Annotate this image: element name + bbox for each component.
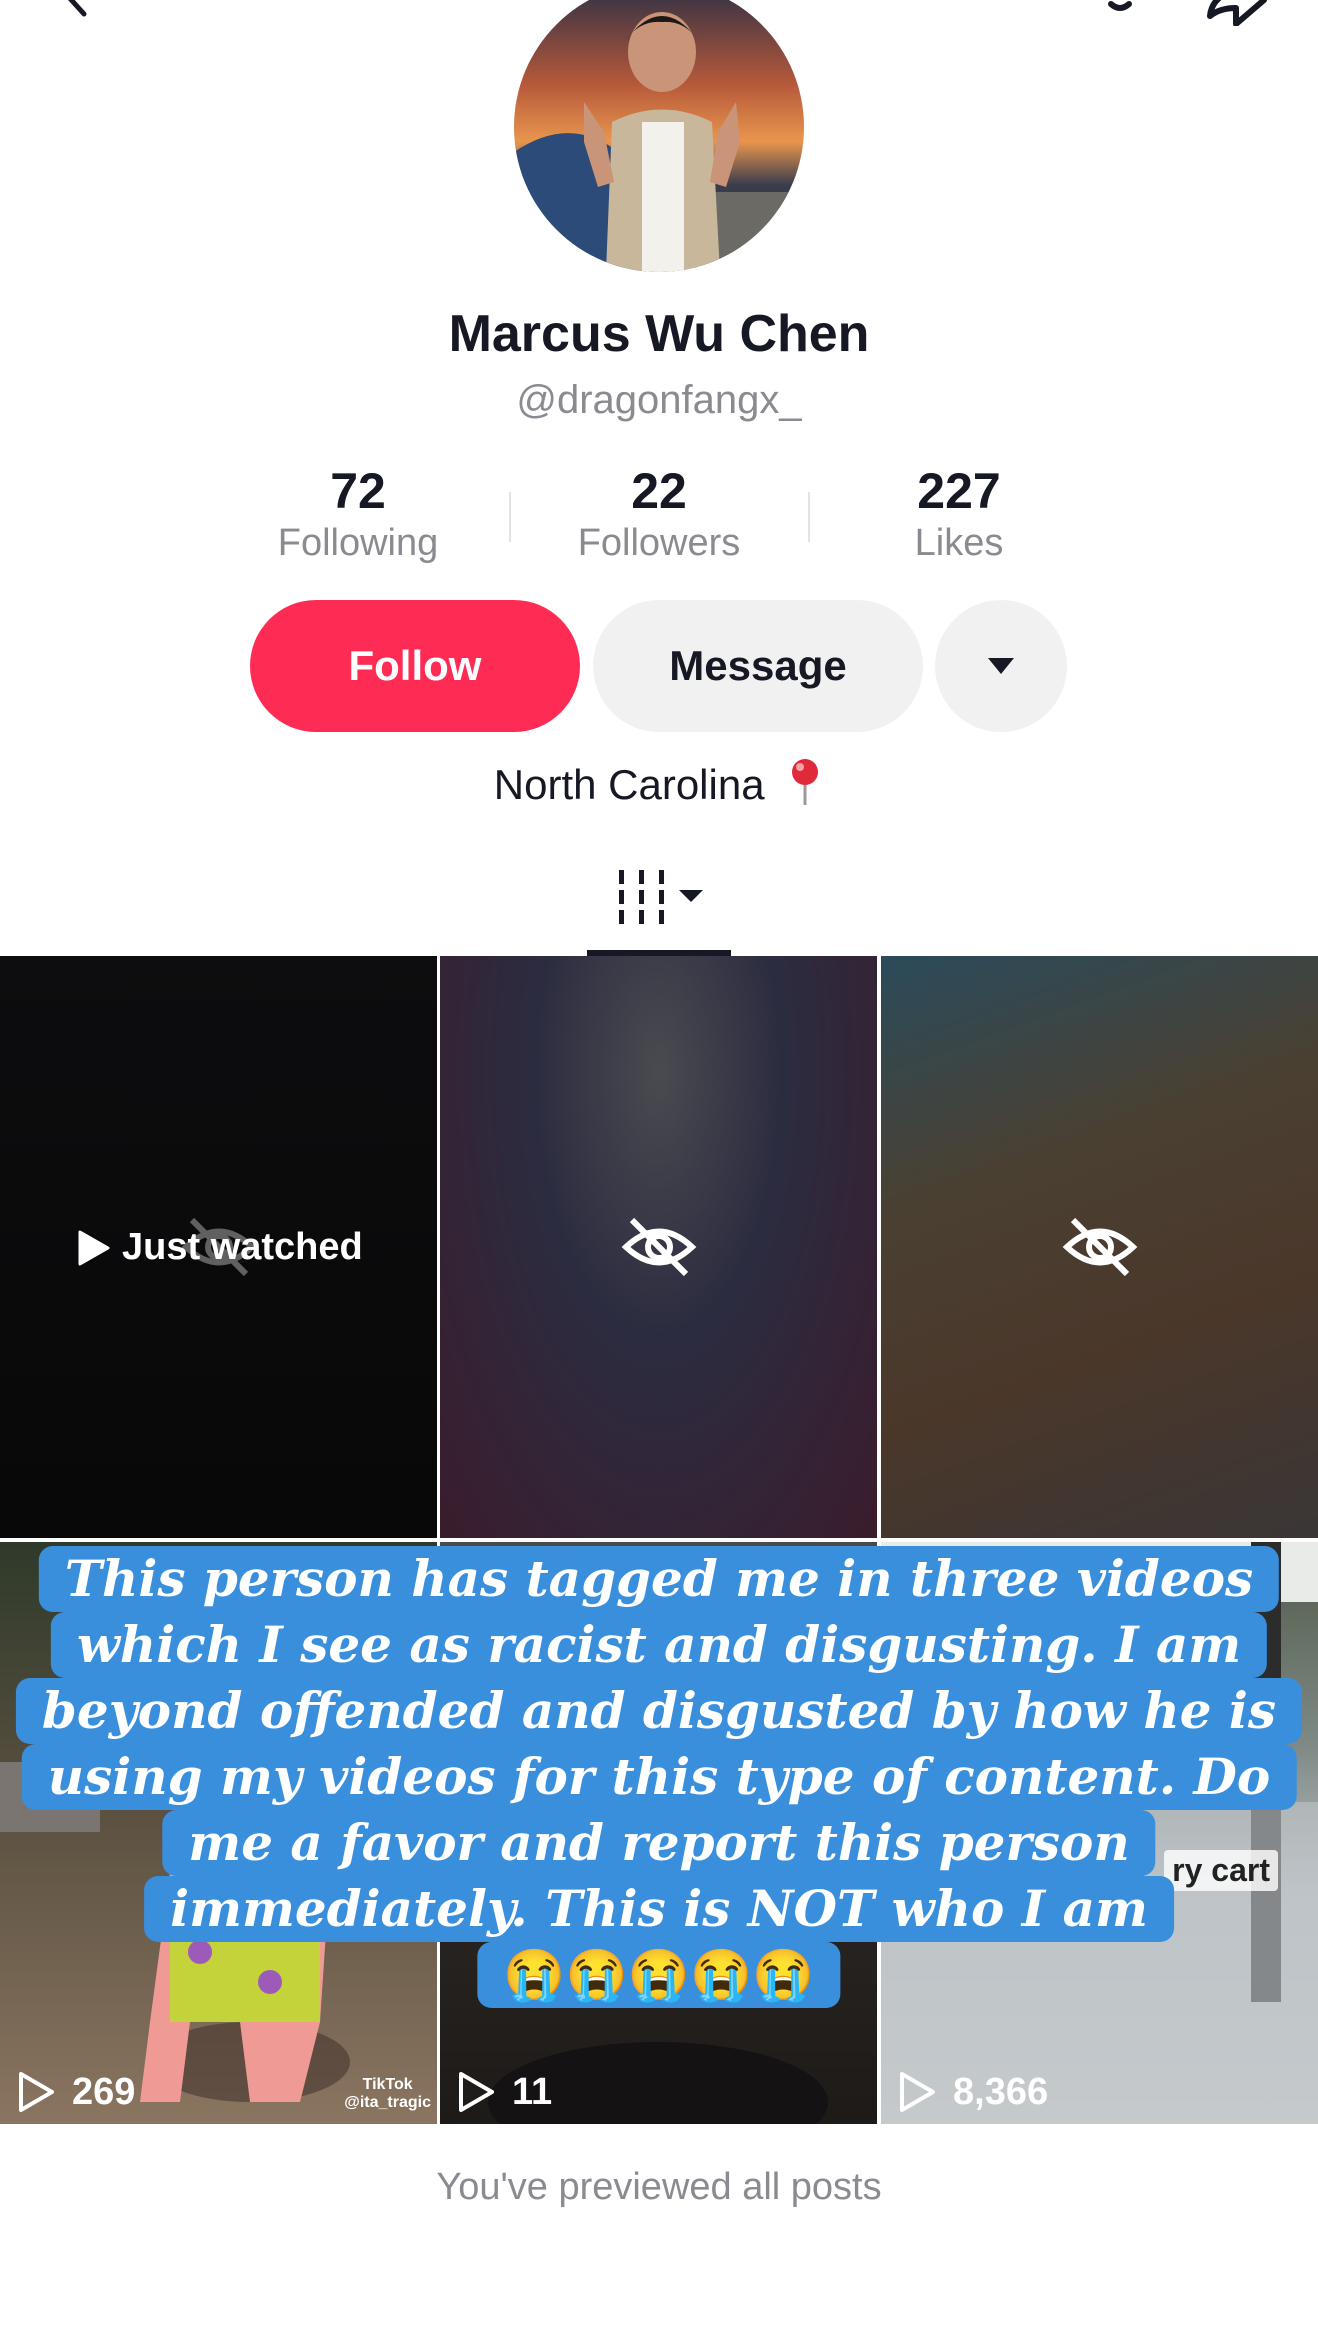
play-icon (78, 1230, 110, 1265)
caption-line: which I see as racist and disgusting. I … (50, 1612, 1268, 1678)
post-tile[interactable]: Just watched (0, 956, 437, 1538)
caption-line: This person has tagged me in three video… (38, 1546, 1280, 1612)
caption-overlay: This person has tagged me in three video… (0, 1546, 1318, 2056)
tab-videos[interactable] (587, 860, 731, 956)
bio-text: North Carolina (493, 761, 765, 808)
stat-likes-label: Likes (914, 522, 1004, 564)
pin-icon (792, 759, 819, 805)
watermark-logo: TikTok (362, 2076, 413, 2093)
view-count-text: 269 (72, 2070, 136, 2113)
stat-followers[interactable]: 22 Followers (529, 462, 789, 566)
view-count: 269 (16, 2070, 135, 2114)
message-button[interactable]: Message (593, 600, 923, 732)
stat-divider (808, 492, 810, 542)
caption-line: me a favor and report this person (162, 1810, 1156, 1876)
view-count: 11 (456, 2070, 552, 2114)
back-icon[interactable] (52, 0, 100, 18)
tiktok-watermark: TikTok @ita_tragic (344, 2076, 431, 2112)
stat-following-count: 72 (330, 463, 386, 519)
play-icon (900, 2072, 935, 2112)
avatar[interactable] (514, 0, 804, 272)
view-count: 8,366 (897, 2070, 1048, 2114)
profile-stats: 72 Following 22 Followers 227 Likes (0, 462, 1318, 572)
bell-icon[interactable] (1085, 0, 1155, 26)
eye-slash-icon (1062, 1217, 1137, 1277)
watermark-user: @ita_tragic (344, 2094, 431, 2111)
eye-slash-icon (621, 1217, 696, 1277)
caption-line: immediately. This is NOT who I am (144, 1876, 1174, 1942)
caption-emoji-line: 😭😭😭😭😭 (477, 1942, 841, 2008)
follow-button[interactable]: Follow (250, 600, 580, 732)
stat-following[interactable]: 72 Following (228, 462, 488, 566)
bio: North Carolina (0, 757, 1318, 809)
post-tile[interactable] (881, 956, 1318, 1538)
grid-filter-icon (619, 870, 703, 924)
end-of-posts-message: You've previewed all posts (436, 2166, 882, 2208)
play-icon (459, 2072, 494, 2112)
view-count-text: 8,366 (953, 2070, 1049, 2113)
chevron-down-icon (988, 658, 1014, 674)
stat-likes[interactable]: 227 Likes (829, 462, 1089, 566)
caption-line: using my videos for this type of content… (21, 1744, 1297, 1810)
profile-handle: @dragonfangx_ (516, 378, 802, 422)
stat-divider (509, 492, 511, 542)
stat-likes-count: 227 (917, 463, 1001, 519)
just-watched-label: Just watched (76, 1226, 363, 1269)
stat-followers-label: Followers (577, 522, 741, 564)
more-options-button[interactable] (935, 600, 1067, 732)
play-icon (19, 2072, 54, 2112)
profile-name: Marcus Wu Chen (448, 305, 870, 363)
just-watched-text: Just watched (122, 1226, 363, 1268)
stat-followers-count: 22 (631, 463, 687, 519)
post-tile[interactable] (440, 956, 877, 1538)
caption-line: beyond offended and disgusted by how he … (15, 1678, 1303, 1744)
share-icon[interactable] (1200, 0, 1270, 26)
view-count-text: 11 (512, 2070, 553, 2113)
stat-following-label: Following (277, 522, 439, 564)
